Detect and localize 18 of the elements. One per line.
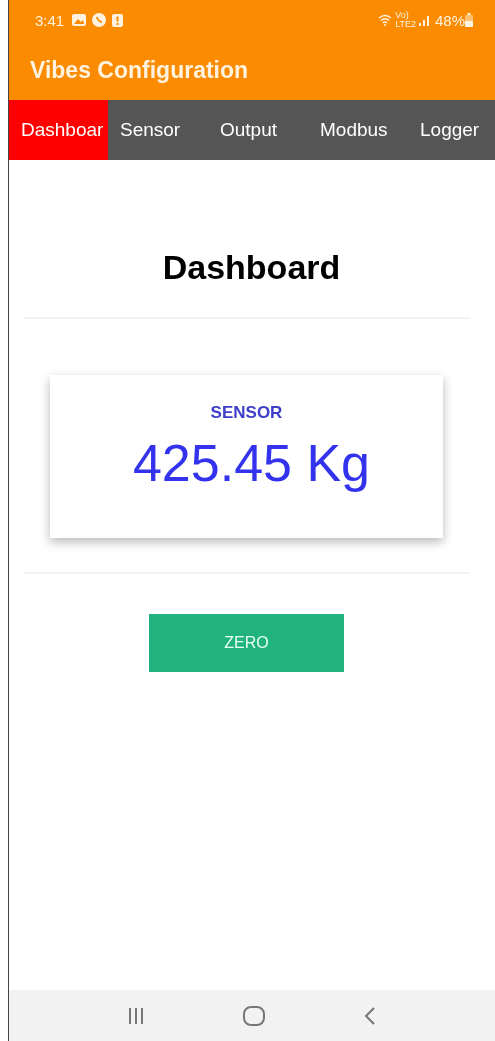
alert-icon <box>112 13 124 27</box>
wifi-icon <box>378 14 393 26</box>
page-heading: Dashboard <box>162 248 341 287</box>
network-label: LTE2 <box>395 20 416 29</box>
home-icon[interactable] <box>243 1005 266 1026</box>
app-title: Vibes Configuration <box>30 56 249 84</box>
phone-icon <box>92 13 107 27</box>
tab[interactable]: Dashboar <box>8 100 108 160</box>
card-label: SENSOR <box>210 403 283 423</box>
signal-icon <box>418 14 431 26</box>
image-icon <box>72 14 87 26</box>
battery-icon <box>465 13 473 27</box>
battery-percent: 48% <box>434 11 465 29</box>
status-time: 3:41 <box>35 11 65 29</box>
recent-apps-icon[interactable] <box>127 1006 146 1025</box>
network-label: Vo) <box>395 11 409 20</box>
sensor-value: 425.45 Kg <box>132 433 371 493</box>
back-icon[interactable] <box>363 1005 376 1026</box>
